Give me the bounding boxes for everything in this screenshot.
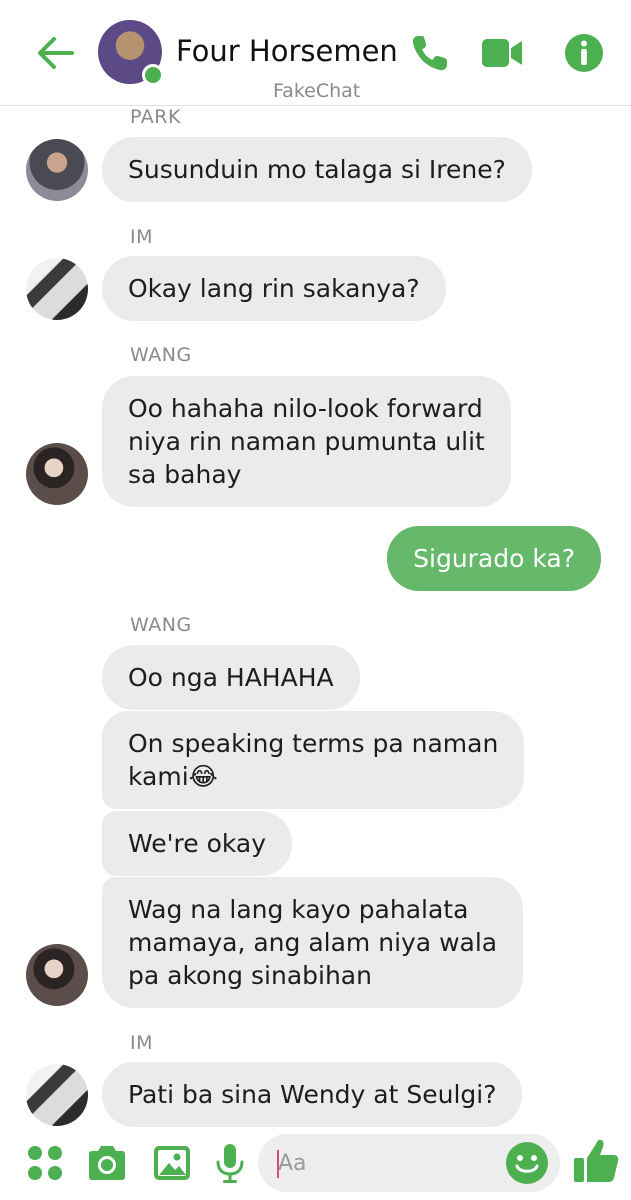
outgoing-message-bubble[interactable]: Sigurado ka? xyxy=(387,526,601,591)
microphone-icon[interactable] xyxy=(207,1140,253,1186)
group-avatar[interactable] xyxy=(98,20,164,86)
avatar[interactable] xyxy=(26,443,88,505)
message-bubble[interactable]: Oo hahaha nilo-look forward niya rin nam… xyxy=(102,376,511,507)
message-text-line: Oo nga HAHAHA xyxy=(128,663,334,692)
sender-name: IM xyxy=(130,1032,153,1054)
emoji-icon[interactable] xyxy=(504,1140,550,1186)
sender-name: WANG xyxy=(130,344,192,366)
apps-grid-icon[interactable] xyxy=(22,1140,68,1186)
message-bubble[interactable]: Oo nga HAHAHA xyxy=(102,645,360,710)
message-bubble[interactable]: Susunduin mo talaga si Irene? xyxy=(102,137,532,202)
video-camera-icon[interactable] xyxy=(481,32,523,74)
message-bubble[interactable]: On speaking terms pa naman kami😂 xyxy=(102,711,525,809)
message-text-line: Sigurado ka? xyxy=(413,544,575,573)
camera-icon[interactable] xyxy=(84,1140,130,1186)
message-bubble[interactable]: Okay lang rin sakanya? xyxy=(102,256,446,321)
message-text-line: mamaya, ang alam niya wala xyxy=(128,928,498,957)
message-text-line: Wag na lang kayo pahalata xyxy=(128,895,469,924)
message-bubble[interactable]: Wag na lang kayo pahalata mamaya, ang al… xyxy=(102,877,524,1008)
info-icon[interactable] xyxy=(563,32,605,74)
sender-name: WANG xyxy=(130,614,192,636)
avatar[interactable] xyxy=(26,258,88,320)
sender-name: PARK xyxy=(130,106,181,128)
message-text-line: Pati ba sina Wendy at Seulgi? xyxy=(128,1080,497,1109)
online-status-dot xyxy=(142,64,164,86)
phone-icon[interactable] xyxy=(409,32,451,74)
message-bubble[interactable]: Pati ba sina Wendy at Seulgi? xyxy=(102,1062,523,1127)
chat-header: Four Horsemen FakeChat xyxy=(0,0,631,106)
avatar[interactable] xyxy=(26,139,88,201)
message-text-line: Oo hahaha nilo-look forward xyxy=(128,394,483,423)
message-text-line: kami😂 xyxy=(128,762,218,791)
chat-subtitle: FakeChat xyxy=(273,80,361,102)
message-input-container[interactable] xyxy=(258,1134,560,1192)
thumbs-up-icon[interactable] xyxy=(572,1136,620,1186)
message-bubble[interactable]: We're okay xyxy=(102,811,293,876)
message-text-line: pa akong sinabihan xyxy=(128,961,372,990)
message-text-line: We're okay xyxy=(128,829,267,858)
sender-name: IM xyxy=(130,226,153,248)
message-text-line: Susunduin mo talaga si Irene? xyxy=(128,155,506,184)
composer-bar xyxy=(0,1128,631,1200)
message-input[interactable] xyxy=(278,1142,498,1184)
chat-title[interactable]: Four Horsemen xyxy=(176,34,398,68)
message-text-line: sa bahay xyxy=(128,460,242,489)
avatar[interactable] xyxy=(26,1064,88,1126)
message-text-line: niya rin naman pumunta ulit xyxy=(128,427,485,456)
image-icon[interactable] xyxy=(149,1140,195,1186)
message-text-line: On speaking terms pa naman xyxy=(128,729,499,758)
avatar[interactable] xyxy=(26,944,88,1006)
message-text-line: Okay lang rin sakanya? xyxy=(128,274,420,303)
back-arrow-icon[interactable] xyxy=(34,32,76,74)
